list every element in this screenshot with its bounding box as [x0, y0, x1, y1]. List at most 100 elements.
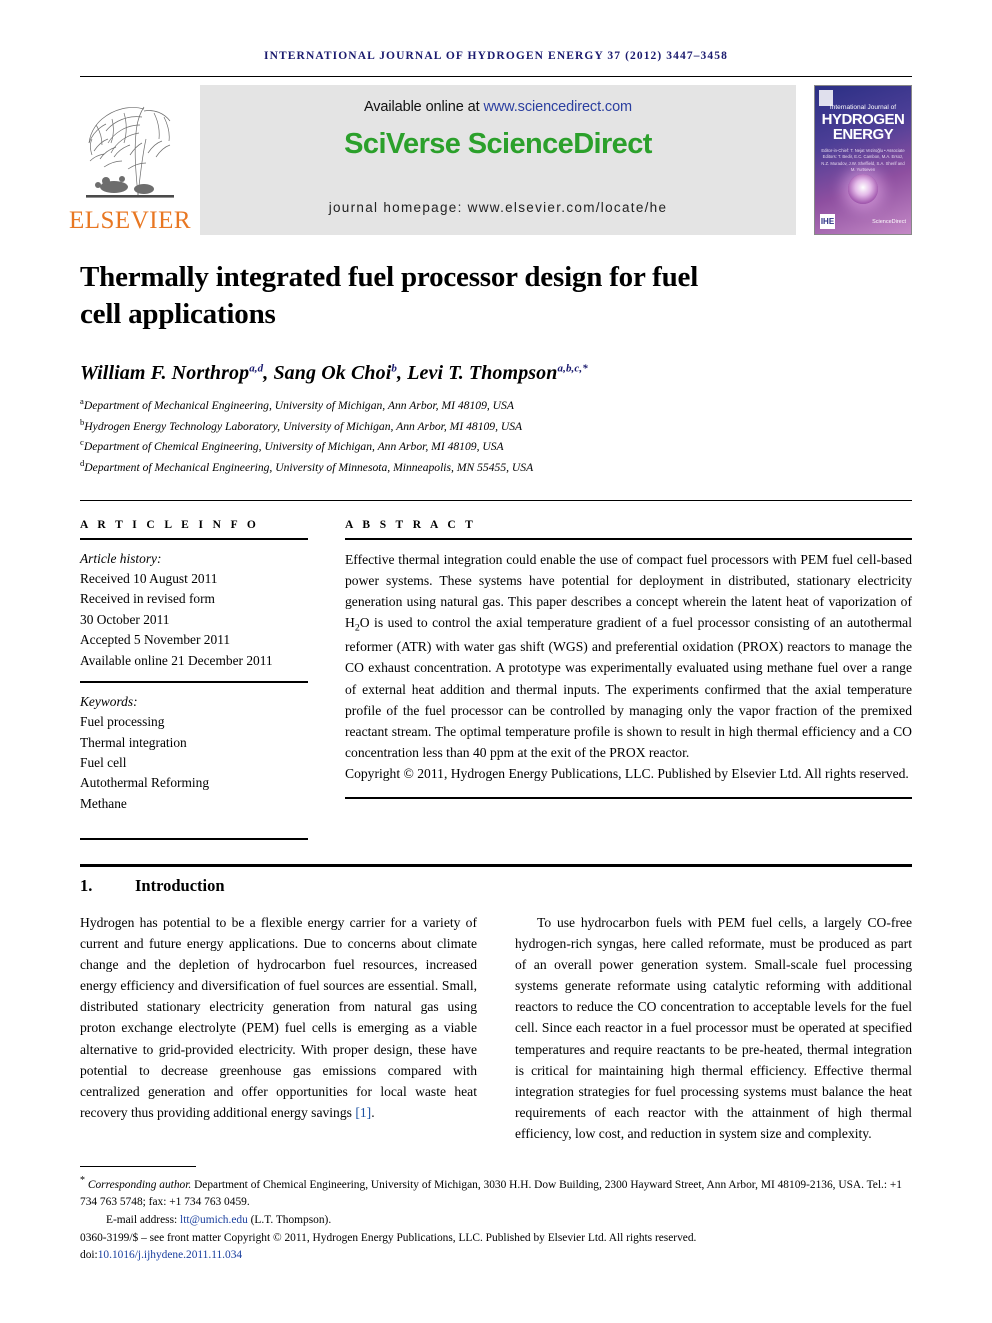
article-history-item: 30 October 2011 [80, 611, 170, 627]
abstract-heading: A B S T R A C T [345, 518, 477, 531]
author-1-name: William F. Northrop [80, 362, 250, 385]
corresponding-author-marker: * [80, 1174, 85, 1186]
affiliation-c-text: Department of Chemical Engineering, Univ… [83, 440, 504, 454]
affiliation-c: cDepartment of Chemical Engineering, Uni… [80, 436, 912, 457]
available-online-line: Available online at www.sciencedirect.co… [364, 99, 632, 115]
article-info-heading: A R T I C L E I N F O [80, 518, 260, 531]
email-link[interactable]: ltt@umich.edu [180, 1214, 248, 1226]
introduction-title: Introduction [135, 876, 225, 896]
keyword-item: Fuel processing [80, 714, 165, 730]
abstract-body: Effective thermal integration could enab… [345, 549, 912, 785]
keywords-bottom-rule [80, 838, 308, 841]
running-head: International Journal of Hydrogen Energy… [264, 50, 728, 62]
email-label: E-mail address: [106, 1213, 181, 1226]
author-1-affil-marker: a,d [249, 362, 264, 375]
title-line-1: Thermally integrated fuel processor desi… [80, 261, 699, 293]
info-abstract-block: A R T I C L E I N F O Article history: R… [80, 519, 912, 841]
author-2-name: Sang Ok Choi [273, 362, 392, 385]
elsevier-wordmark: ELSEVIER [68, 207, 192, 234]
affiliation-b: bHydrogen Energy Technology Laboratory, … [80, 416, 912, 437]
doi-link[interactable]: 10.1016/j.ijhydene.2011.11.034 [98, 1249, 242, 1261]
article-history-item: Accepted 5 November 2011 [80, 632, 231, 648]
cover-sciencedirect-logo: ScienceDirect [872, 218, 906, 225]
paper-page: International Journal of Hydrogen Energy… [0, 0, 992, 1323]
header-divider [80, 76, 912, 77]
cover-title-small: International Journal of [829, 104, 897, 111]
intro-paragraph-left: Hydrogen has potential to be a flexible … [80, 912, 477, 1123]
available-online-label: Available online at [363, 99, 484, 115]
keywords-top-rule [80, 680, 308, 683]
footnote-rule [80, 1165, 196, 1167]
footnote-block: * Corresponding author. Department of Ch… [80, 1165, 912, 1265]
intro-paragraph-right: To use hydrocarbon fuels with PEM fuel c… [515, 912, 912, 1144]
affiliation-list: aDepartment of Mechanical Engineering, U… [80, 395, 912, 478]
introduction-top-rule [80, 864, 912, 868]
abstract-bottom-rule [345, 796, 912, 799]
email-note: E-mail address: ltt@umich.edu (L.T. Thom… [80, 1212, 912, 1230]
article-history-item: Received 10 August 2011 [80, 571, 218, 586]
article-info-rule [80, 537, 308, 540]
introduction-number: 1. [80, 876, 93, 896]
abstract-copyright: Copyright © 2011, Hydrogen Energy Public… [345, 766, 909, 782]
introduction-heading: 1. Introduction [80, 876, 912, 896]
journal-homepage-link[interactable]: journal homepage: www.elsevier.com/locat… [200, 200, 796, 215]
article-info-column: A R T I C L E I N F O Article history: R… [80, 519, 308, 841]
keyword-item: Thermal integration [80, 734, 187, 750]
cover-orb-graphic [848, 174, 878, 204]
abstract-top-rule [345, 537, 912, 540]
cover-title-line2: ENERGY [832, 126, 894, 144]
article-history-label: Article history: [80, 550, 162, 566]
keyword-item: Fuel cell [80, 755, 127, 770]
author-sep-2: , [396, 362, 408, 385]
page-title: Thermally integrated fuel processor desi… [80, 259, 912, 332]
journal-masthead: ELSEVIER Available online at www.science… [69, 85, 912, 235]
title-line-2: cell applications [80, 297, 276, 330]
intro-paragraph-left-text: Hydrogen has potential to be a flexible … [80, 912, 477, 1123]
cover-title-line1: HYDROGEN [821, 111, 905, 128]
affiliation-a: aDepartment of Mechanical Engineering, U… [80, 395, 912, 416]
doi-label: doi: [80, 1249, 98, 1262]
cover-footer: IHE ScienceDirect [820, 214, 906, 229]
intro-left-period: . [371, 1104, 375, 1120]
affiliation-b-text: Hydrogen Energy Technology Laboratory, U… [84, 419, 523, 433]
author-3-name: Levi T. Thompson [407, 362, 558, 385]
affiliations-divider [80, 499, 912, 501]
elsevier-logo: ELSEVIER [69, 85, 191, 235]
corresponding-author-note: * Corresponding author. Department of Ch… [80, 1173, 912, 1212]
citation-ref-1[interactable]: [1] [355, 1105, 371, 1120]
corresponding-author-address: Department of Chemical Engineering, Univ… [80, 1178, 902, 1209]
abstract-paragraph: Effective thermal integration could enab… [345, 549, 912, 764]
issn-copyright-line: 0360-3199/$ – see front matter Copyright… [80, 1231, 697, 1244]
body-columns: Hydrogen has potential to be a flexible … [80, 912, 912, 1144]
intro-paragraph-right-text: To use hydrocarbon fuels with PEM fuel c… [515, 915, 912, 1141]
affiliation-d: dDepartment of Mechanical Engineering, U… [80, 457, 912, 478]
intro-left-main: Hydrogen has potential to be a flexible … [80, 915, 477, 1120]
author-list: William F. Northropa,d, Sang Ok Choib, L… [80, 362, 912, 385]
journal-cover-thumbnail: International Journal of HYDROGEN ENERGY… [814, 85, 912, 235]
cover-editors: Editor-in-Chief: T. Nejat Veziroğlu • As… [821, 148, 905, 172]
article-history-item: Received in revised form [80, 591, 215, 607]
body-column-right: To use hydrocarbon fuels with PEM fuel c… [515, 912, 912, 1144]
doi-line: doi:10.1016/j.ijhydene.2011.11.034 [80, 1247, 912, 1265]
email-suffix: (L.T. Thompson). [247, 1213, 332, 1226]
keywords-label: Keywords: [80, 693, 138, 709]
abstract-column: A B S T R A C T Effective thermal integr… [345, 519, 912, 841]
cover-ihe-logo-icon: IHE [820, 214, 835, 229]
abstract-text-part-2: O is used to control the axial temperatu… [345, 615, 912, 761]
sciencedirect-url-link[interactable]: www.sciencedirect.com [483, 99, 632, 115]
author-3-affil-marker: a,b,c,* [557, 362, 588, 375]
article-history-item: Available online 21 December 2011 [80, 652, 273, 668]
affiliation-a-text: Department of Mechanical Engineering, Un… [83, 398, 514, 412]
keyword-item: Autothermal Reforming [80, 775, 210, 791]
elsevier-tree-icon [84, 95, 176, 207]
keyword-item: Methane [80, 795, 127, 811]
keywords-block: Keywords: Fuel processing Thermal integr… [80, 692, 308, 814]
body-column-left: Hydrogen has potential to be a flexible … [80, 912, 477, 1144]
author-sep-1: , [263, 362, 274, 385]
cover-title-large: HYDROGEN ENERGY [815, 112, 911, 143]
affiliation-d-text: Department of Mechanical Engineering, Un… [84, 460, 534, 474]
footnote-text: * Corresponding author. Department of Ch… [80, 1173, 912, 1265]
corresponding-author-label: Corresponding author. [87, 1178, 192, 1191]
sciverse-sciencedirect-wordmark: SciVerse ScienceDirect [344, 128, 652, 160]
article-history: Article history: Received 10 August 2011… [80, 549, 308, 671]
